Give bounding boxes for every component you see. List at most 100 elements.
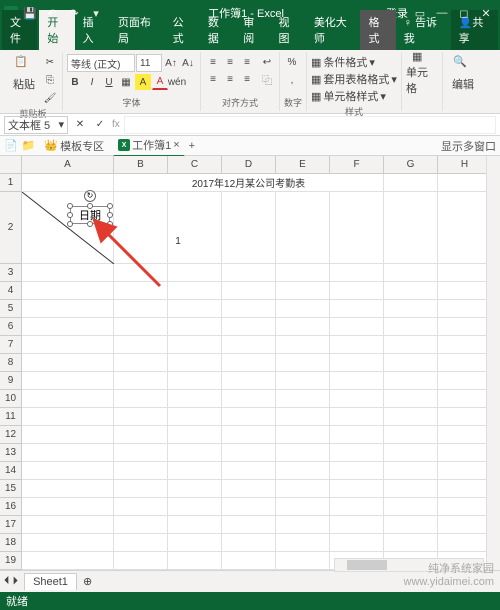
col-header-A[interactable]: A: [22, 156, 114, 174]
cell-H13[interactable]: [438, 444, 492, 462]
cell-C8[interactable]: [168, 354, 222, 372]
minimize-icon[interactable]: —: [432, 3, 452, 23]
cell-G11[interactable]: [384, 408, 438, 426]
cell-C13[interactable]: [168, 444, 222, 462]
cell-F13[interactable]: [330, 444, 384, 462]
select-all-corner[interactable]: [0, 156, 22, 174]
cell-A17[interactable]: [22, 516, 114, 534]
italic-button[interactable]: I: [84, 74, 100, 90]
cell-A9[interactable]: [22, 372, 114, 390]
cell-F6[interactable]: [330, 318, 384, 336]
cell-G1[interactable]: [384, 174, 438, 192]
cell-D13[interactable]: [222, 444, 276, 462]
row-header-18[interactable]: 18: [0, 534, 22, 552]
row-header-6[interactable]: 6: [0, 318, 22, 336]
new-doc-icon[interactable]: 📄: [4, 139, 18, 152]
cell-G17[interactable]: [384, 516, 438, 534]
cell-B2[interactable]: [114, 192, 168, 264]
cell-A1[interactable]: [22, 174, 114, 192]
cell-A14[interactable]: [22, 462, 114, 480]
cell-G12[interactable]: [384, 426, 438, 444]
cell-H9[interactable]: [438, 372, 492, 390]
cell-G5[interactable]: [384, 300, 438, 318]
cell-F15[interactable]: [330, 480, 384, 498]
phonetic-icon[interactable]: wén: [169, 74, 185, 90]
col-header-H[interactable]: H: [438, 156, 492, 174]
cell-B4[interactable]: [114, 282, 168, 300]
row-header-5[interactable]: 5: [0, 300, 22, 318]
fx-icon[interactable]: fx: [112, 119, 120, 130]
row-header-15[interactable]: 15: [0, 480, 22, 498]
handle-sw[interactable]: [67, 221, 73, 227]
cell-E9[interactable]: [276, 372, 330, 390]
cell-G6[interactable]: [384, 318, 438, 336]
cell-D6[interactable]: [222, 318, 276, 336]
cell-B13[interactable]: [114, 444, 168, 462]
cell-styles-button[interactable]: ▦单元格样式▾: [311, 88, 386, 104]
col-header-F[interactable]: F: [330, 156, 384, 174]
title-cell[interactable]: 2017年12月某公司考勤表: [114, 174, 384, 192]
cell-D9[interactable]: [222, 372, 276, 390]
workbook-tab[interactable]: X工作簿1×: [113, 134, 185, 157]
cell-A4[interactable]: [22, 282, 114, 300]
column-headers[interactable]: ABCDEFGH: [22, 156, 492, 174]
cell-C6[interactable]: [168, 318, 222, 336]
cell-A11[interactable]: [22, 408, 114, 426]
cell-D19[interactable]: [222, 552, 276, 570]
cell-C7[interactable]: [168, 336, 222, 354]
cell-A15[interactable]: [22, 480, 114, 498]
cell-E4[interactable]: [276, 282, 330, 300]
close-icon[interactable]: ✕: [476, 3, 496, 23]
cell-H16[interactable]: [438, 498, 492, 516]
cell-H12[interactable]: [438, 426, 492, 444]
cell-G14[interactable]: [384, 462, 438, 480]
handle-n[interactable]: [87, 203, 93, 209]
cell-A16[interactable]: [22, 498, 114, 516]
cell-G8[interactable]: [384, 354, 438, 372]
increase-font-icon[interactable]: A↑: [163, 55, 179, 71]
cell-A12[interactable]: [22, 426, 114, 444]
align-top-icon[interactable]: ≡: [205, 54, 221, 70]
cell-F8[interactable]: [330, 354, 384, 372]
add-sheet-icon[interactable]: ⊕: [83, 575, 92, 588]
cell-E18[interactable]: [276, 534, 330, 552]
cut-icon[interactable]: ✂: [42, 54, 58, 70]
align-middle-icon[interactable]: ≡: [222, 54, 238, 70]
cell-A6[interactable]: [22, 318, 114, 336]
handle-se[interactable]: [107, 221, 113, 227]
cell-F3[interactable]: [330, 264, 384, 282]
cancel-formula-icon[interactable]: ✕: [72, 117, 88, 133]
cell-H1[interactable]: [438, 174, 492, 192]
cell-B8[interactable]: [114, 354, 168, 372]
conditional-format-button[interactable]: ▦条件格式▾: [311, 54, 375, 70]
cell-B15[interactable]: [114, 480, 168, 498]
scrollbar-thumb[interactable]: [347, 560, 387, 570]
cell-E8[interactable]: [276, 354, 330, 372]
cell-D8[interactable]: [222, 354, 276, 372]
cell-C16[interactable]: [168, 498, 222, 516]
cell-A19[interactable]: [22, 552, 114, 570]
cell-G3[interactable]: [384, 264, 438, 282]
cell-C12[interactable]: [168, 426, 222, 444]
cell-D16[interactable]: [222, 498, 276, 516]
qat-dropdown-icon[interactable]: ▾: [86, 3, 106, 23]
cell-G4[interactable]: [384, 282, 438, 300]
template-tab[interactable]: 👑模板专区: [39, 135, 109, 157]
align-bottom-icon[interactable]: ≡: [239, 54, 255, 70]
cell-H2[interactable]: [438, 192, 492, 264]
multi-window-label[interactable]: 显示多窗口: [441, 138, 496, 154]
font-size-dropdown[interactable]: 11: [136, 54, 162, 72]
formula-input[interactable]: [124, 116, 496, 134]
row-headers[interactable]: 123456789101112131415161718192021222324: [0, 174, 22, 588]
cell-C2[interactable]: [168, 192, 222, 264]
undo-icon[interactable]: ↶: [42, 3, 62, 23]
row-header-1[interactable]: 1: [0, 174, 22, 192]
cell-C17[interactable]: [168, 516, 222, 534]
tab-review[interactable]: 审阅: [235, 10, 270, 50]
underline-button[interactable]: U: [101, 74, 117, 90]
tab-layout[interactable]: 页面布局: [110, 10, 165, 50]
add-tab-icon[interactable]: +: [189, 140, 195, 152]
row-header-10[interactable]: 10: [0, 390, 22, 408]
border-icon[interactable]: ▦: [118, 74, 134, 90]
col-header-C[interactable]: C: [168, 156, 222, 174]
